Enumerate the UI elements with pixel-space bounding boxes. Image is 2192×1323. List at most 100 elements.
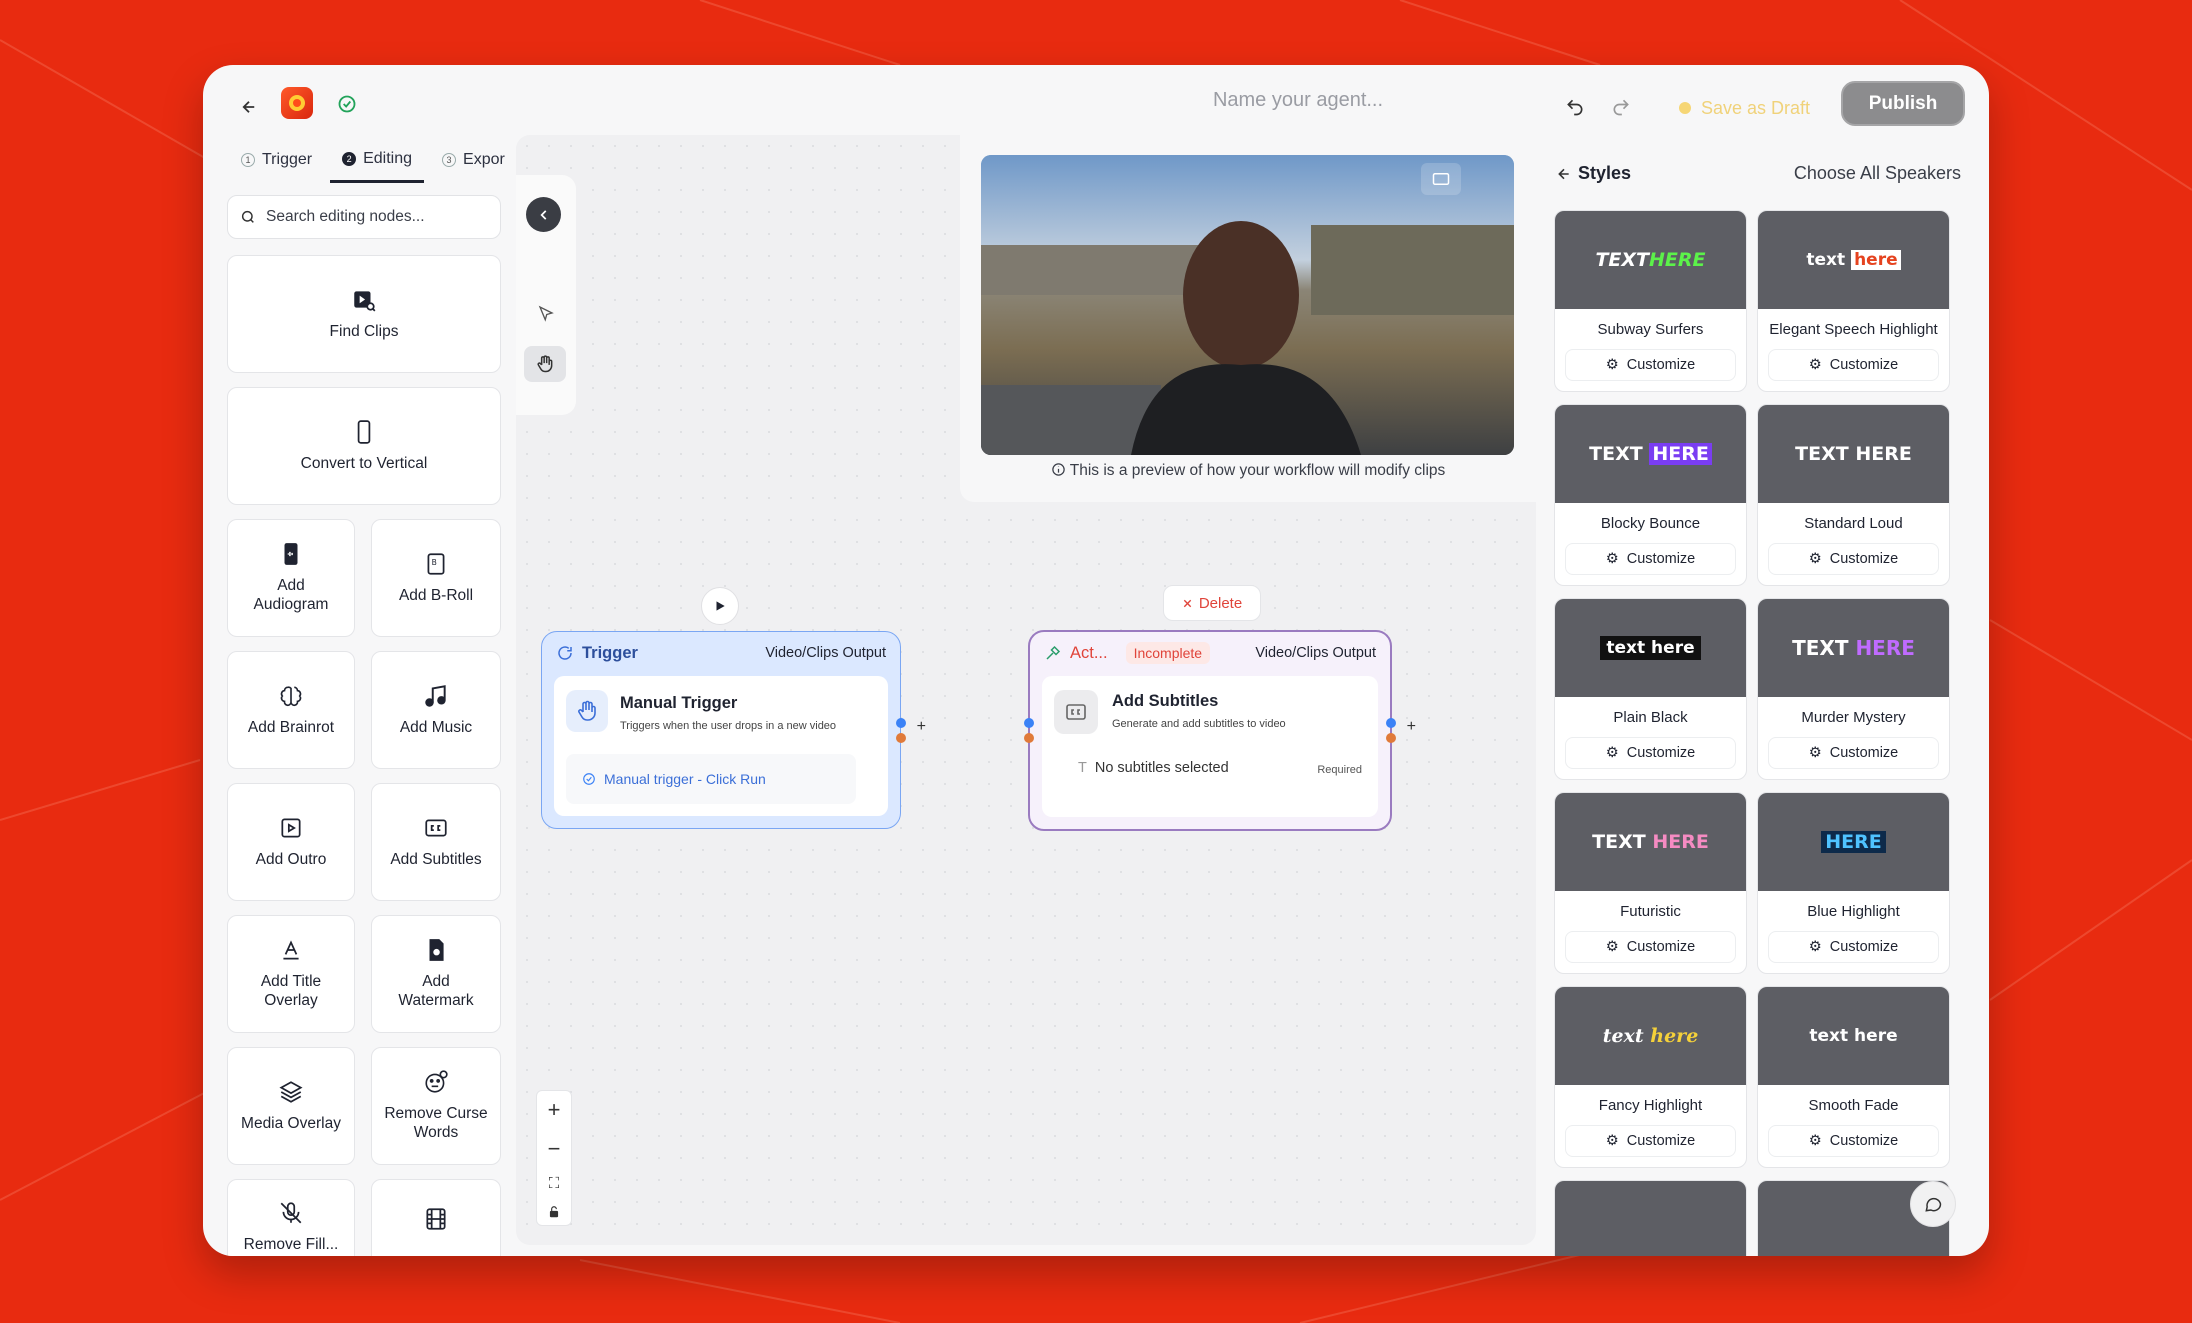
- node-add-audiogram[interactable]: Add Audiogram: [227, 519, 355, 637]
- node-label: Add Subtitles: [390, 850, 482, 868]
- tab-editing[interactable]: 2 Editing: [330, 137, 425, 183]
- customize-button[interactable]: ⚙ Customize: [1565, 543, 1736, 575]
- style-card[interactable]: TEXTHERE Subway Surfers ⚙ Customize: [1554, 210, 1747, 392]
- watermark-icon: [429, 939, 444, 962]
- node-media-overlay[interactable]: Media Overlay: [227, 1047, 355, 1165]
- film-icon: [426, 1208, 446, 1230]
- customize-button[interactable]: ⚙ Customize: [1565, 349, 1736, 381]
- node-add-title-overlay[interactable]: Add Title Overlay: [227, 915, 355, 1033]
- hand-pan-icon[interactable]: [524, 346, 566, 382]
- manual-trigger-link[interactable]: Manual trigger - Click Run: [566, 754, 856, 804]
- customize-button[interactable]: ⚙ Customize: [1565, 737, 1736, 769]
- style-card[interactable]: TEXT HERE Blocky Bounce ⚙ Customize: [1554, 404, 1747, 586]
- customize-button[interactable]: ⚙ Customize: [1768, 543, 1939, 575]
- output-port-orange[interactable]: [896, 733, 906, 743]
- style-thumbnail: HERE: [1758, 793, 1949, 891]
- style-name: Fancy Highlight: [1598, 1097, 1703, 1114]
- node-label: Find Clips: [329, 322, 399, 340]
- node-add-music[interactable]: Add Music: [371, 651, 501, 769]
- node-add-outro[interactable]: Add Outro: [227, 783, 355, 901]
- customize-button[interactable]: ⚙ Customize: [1768, 1125, 1939, 1157]
- customize-button[interactable]: ⚙ Customize: [1768, 737, 1939, 769]
- save-draft-button[interactable]: Save as Draft: [1665, 86, 1841, 130]
- style-card[interactable]: text here Fancy Highlight ⚙ Customize: [1554, 986, 1747, 1168]
- style-thumbnail: TEXT HERE: [1555, 405, 1746, 503]
- publish-button[interactable]: Publish: [1841, 81, 1965, 126]
- node-add-broll[interactable]: B Add B-Roll: [371, 519, 501, 637]
- back-arrow-icon[interactable]: [233, 91, 265, 123]
- video-frame: [981, 155, 1514, 455]
- search-editing-nodes-input[interactable]: Search editing nodes...: [227, 195, 501, 239]
- customize-button[interactable]: ⚙ Customize: [1565, 931, 1736, 963]
- customize-button[interactable]: ⚙ Customize: [1768, 931, 1939, 963]
- fullscreen-icon[interactable]: [1421, 163, 1461, 195]
- customize-label: Customize: [1626, 939, 1696, 955]
- delete-node-button[interactable]: Delete: [1163, 585, 1261, 621]
- input-port-orange[interactable]: [1024, 733, 1034, 743]
- style-card[interactable]: text here Elegant Speech Highlight ⚙ Cust…: [1757, 210, 1950, 392]
- style-card[interactable]: text here Smooth Fade ⚙ Customize: [1757, 986, 1950, 1168]
- customize-label: Customize: [1626, 745, 1696, 761]
- action-node[interactable]: Act... Incomplete Video/Clips Output Add…: [1024, 630, 1416, 831]
- style-thumbnail: TEXT HERE: [1758, 405, 1949, 503]
- node-add-brainrot[interactable]: Add Brainrot: [227, 651, 355, 769]
- styles-back-button[interactable]: Styles: [1556, 163, 1631, 184]
- action-desc: Generate and add subtitles to video: [1112, 718, 1286, 730]
- action-icon: [1046, 645, 1061, 660]
- style-card[interactable]: TEXT HERE Futuristic ⚙ Customize: [1554, 792, 1747, 974]
- node-film[interactable]: [371, 1179, 501, 1256]
- info-icon: [1051, 463, 1065, 476]
- tab-export[interactable]: 3 Expor: [430, 137, 517, 183]
- run-button[interactable]: [701, 587, 739, 625]
- text-type-icon: T: [1078, 760, 1087, 776]
- fit-view-icon[interactable]: ⛶: [549, 1175, 560, 1192]
- output-port-blue[interactable]: [896, 718, 906, 728]
- preview-note: This is a preview of how your workflow w…: [960, 462, 1536, 480]
- agent-name-input[interactable]: Name your agent...: [1003, 89, 1593, 112]
- output-port-orange[interactable]: [1386, 733, 1396, 743]
- sliders-icon: ⚙: [1605, 1133, 1619, 1149]
- node-find-clips[interactable]: Find Clips: [227, 255, 501, 373]
- collapse-panel-button[interactable]: [526, 197, 561, 232]
- redo-icon[interactable]: [1605, 91, 1637, 123]
- zoom-in-icon[interactable]: +: [548, 1097, 561, 1123]
- video-preview[interactable]: [981, 155, 1514, 455]
- tab-trigger[interactable]: 1 Trigger: [229, 137, 324, 183]
- style-card[interactable]: [1554, 1180, 1747, 1256]
- subtitles-field-text: No subtitles selected: [1094, 760, 1229, 776]
- layers-icon: [279, 1080, 303, 1103]
- customize-button[interactable]: ⚙ Customize: [1768, 349, 1939, 381]
- choose-all-speakers-button[interactable]: Choose All Speakers: [1794, 163, 1961, 184]
- select-pointer-icon[interactable]: [533, 300, 559, 326]
- style-card[interactable]: TEXT HERE Murder Mystery ⚙ Customize: [1757, 598, 1950, 780]
- node-remove-curse-words[interactable]: Remove Curse Words: [371, 1047, 501, 1165]
- customize-button[interactable]: ⚙ Customize: [1565, 1125, 1736, 1157]
- trigger-node[interactable]: Trigger Video/Clips Output Manual Trigge…: [541, 631, 926, 829]
- style-name: Standard Loud: [1804, 515, 1903, 532]
- node-remove-filler[interactable]: Remove Fill...: [227, 1179, 355, 1256]
- play-icon: [716, 601, 725, 611]
- chat-button[interactable]: [1910, 1181, 1956, 1227]
- chevron-left-icon: [539, 209, 546, 220]
- broll-icon: B: [427, 553, 445, 575]
- node-label: Add Brainrot: [247, 718, 335, 736]
- undo-icon[interactable]: [1559, 91, 1591, 123]
- style-card[interactable]: TEXT HERE Standard Loud ⚙ Customize: [1757, 404, 1950, 586]
- node-convert-vertical[interactable]: Convert to Vertical: [227, 387, 501, 505]
- style-card[interactable]: HERE Blue Highlight ⚙ Customize: [1757, 792, 1950, 974]
- style-card[interactable]: text here Plain Black ⚙ Customize: [1554, 598, 1747, 780]
- tab-label: Expor: [463, 151, 505, 168]
- subtitles-field[interactable]: T No subtitles selected: [1078, 760, 1229, 776]
- add-connection-icon[interactable]: +: [1407, 718, 1416, 736]
- node-add-subtitles[interactable]: Add Subtitles: [371, 783, 501, 901]
- phone-icon: [357, 420, 371, 444]
- zoom-out-icon[interactable]: −: [548, 1136, 561, 1162]
- node-add-watermark[interactable]: Add Watermark: [371, 915, 501, 1033]
- action-title: Act...: [1070, 643, 1108, 662]
- input-port-blue[interactable]: [1024, 718, 1034, 728]
- customize-label: Customize: [1829, 939, 1899, 955]
- output-port-blue[interactable]: [1386, 718, 1396, 728]
- app-logo-icon: [281, 87, 313, 119]
- add-connection-icon[interactable]: +: [917, 718, 926, 736]
- lock-icon[interactable]: [547, 1205, 561, 1219]
